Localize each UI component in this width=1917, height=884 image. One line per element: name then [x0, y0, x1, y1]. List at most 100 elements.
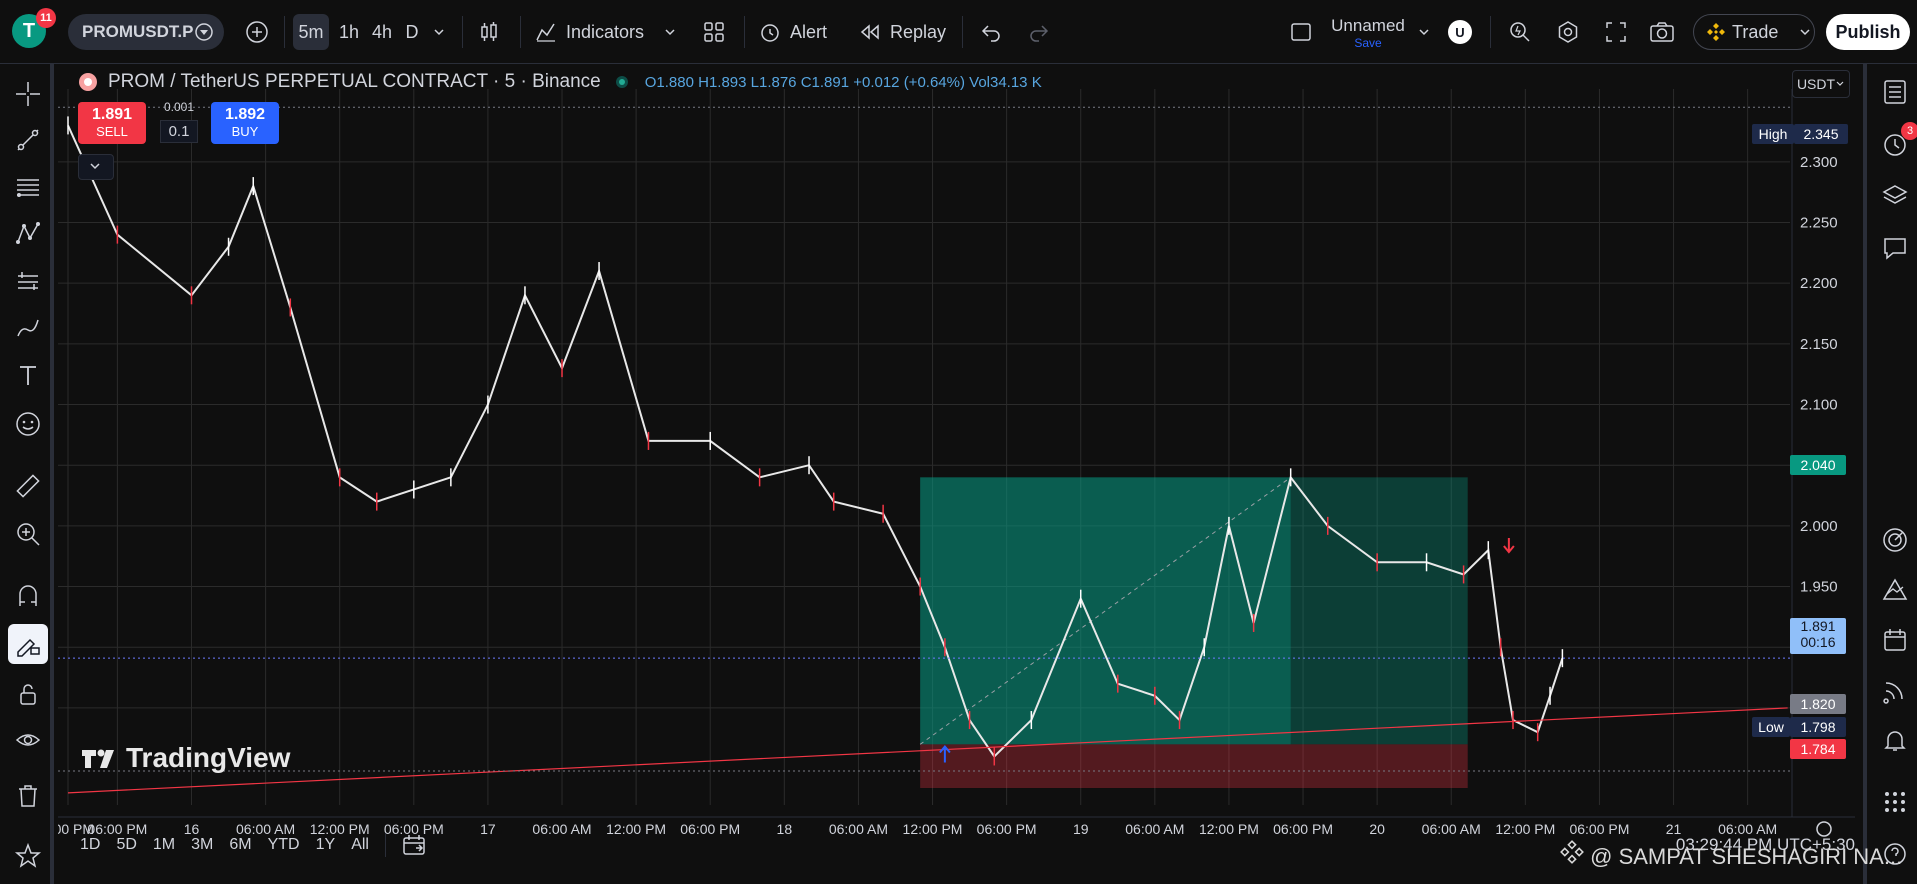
range-3m[interactable]: 3M	[191, 836, 213, 854]
current-price: 1.891	[1800, 618, 1836, 634]
go-to-date-icon[interactable]	[402, 834, 426, 856]
stream-icon[interactable]	[1877, 672, 1913, 708]
fullscreen-icon[interactable]	[1600, 14, 1632, 50]
lock-icon[interactable]	[8, 674, 48, 714]
range-all[interactable]: All	[351, 836, 369, 854]
brush-icon[interactable]	[8, 308, 48, 348]
replay-button[interactable]: Replay	[858, 14, 948, 50]
symbol-name: PROMUSDT.P	[82, 22, 194, 41]
top-toolbar: T 11 PROMUSDT.P 5m 1h 4h D Indicators Al…	[0, 0, 1917, 64]
price-tick-label: 2.000	[1800, 518, 1838, 535]
trash-icon[interactable]	[8, 776, 48, 816]
currency-label: USDT	[1796, 76, 1836, 92]
quantity-input[interactable]: 0.1	[160, 120, 198, 143]
chevron-down-icon	[90, 163, 100, 170]
eye-icon[interactable]	[8, 720, 48, 760]
alert-button[interactable]: Alert	[758, 14, 838, 50]
layers-icon[interactable]	[1877, 178, 1913, 214]
high-label: High	[1752, 124, 1794, 144]
long-position-tool[interactable]	[919, 476, 1468, 789]
target-icon[interactable]	[1877, 522, 1913, 558]
symbol-search[interactable]: PROMUSDT.P	[68, 14, 224, 50]
pattern-icon[interactable]	[8, 214, 48, 254]
range-1y[interactable]: 1Y	[316, 836, 336, 854]
chevron-down-icon[interactable]	[1414, 14, 1434, 50]
favorites-star-icon[interactable]	[8, 836, 48, 876]
divider	[962, 16, 963, 48]
price-chart[interactable]: 2.3002.2502.2002.1502.1002.0502.0001.950…	[58, 64, 1855, 874]
settings-gear-icon[interactable]	[1552, 14, 1584, 50]
chevron-down-icon[interactable]	[660, 14, 680, 50]
notifications-bell-icon[interactable]	[1877, 722, 1913, 758]
currency-selector[interactable]: USDT	[1792, 70, 1850, 98]
interval-d[interactable]: D	[400, 14, 424, 50]
ruler-icon[interactable]	[8, 466, 48, 506]
price-tick-label: 2.200	[1800, 275, 1838, 292]
notification-badge: 11	[36, 8, 56, 28]
fib-retracement-icon[interactable]	[8, 168, 48, 208]
layouts-grid-icon[interactable]	[698, 14, 730, 50]
crosshair-icon[interactable]	[8, 74, 48, 114]
order-quantity: 0.001 0.1	[160, 100, 198, 143]
chart-legend: PROM / TetherUS PERPETUAL CONTRACT · 5 ·…	[78, 70, 1042, 94]
forecasting-icon[interactable]	[8, 262, 48, 302]
watchlist-icon[interactable]	[1877, 74, 1913, 110]
camera-snapshot-icon[interactable]	[1646, 14, 1678, 50]
drawing-mode-lock-icon[interactable]	[8, 624, 48, 664]
add-symbol-icon[interactable]	[242, 14, 272, 50]
symbol-title[interactable]: PROM / TetherUS PERPETUAL CONTRACT · 5 ·…	[108, 71, 601, 93]
position-loss-zone	[920, 744, 1468, 789]
interval-4h[interactable]: 4h	[366, 14, 398, 50]
chevron-down-icon[interactable]	[428, 14, 450, 50]
range-6m[interactable]: 6M	[229, 836, 251, 854]
publish-button[interactable]: Publish	[1826, 14, 1910, 50]
collapse-legend-button[interactable]	[78, 154, 114, 180]
layout-checkbox[interactable]	[1286, 14, 1316, 50]
indicators-label: Indicators	[566, 21, 645, 42]
user-initial-avatar[interactable]: U	[1448, 20, 1472, 44]
redo-icon[interactable]	[1024, 14, 1054, 50]
trade-label: Trade	[1732, 21, 1779, 42]
interval-5m[interactable]: 5m	[293, 14, 329, 50]
range-1d[interactable]: 1D	[80, 836, 100, 854]
text-icon[interactable]	[8, 356, 48, 396]
buy-button[interactable]: 1.892 BUY	[211, 102, 279, 144]
divider	[462, 16, 463, 48]
app-grid-icon[interactable]	[1877, 784, 1913, 820]
trend-line-icon[interactable]	[8, 120, 48, 160]
indicators-button[interactable]: Indicators	[534, 14, 654, 50]
emoji-icon[interactable]	[8, 404, 48, 444]
interval-label: 1h	[338, 21, 360, 42]
range-ytd[interactable]: YTD	[268, 836, 300, 854]
user-avatar[interactable]: T 11	[12, 8, 56, 48]
interval-1h[interactable]: 1h	[333, 14, 365, 50]
sell-button[interactable]: 1.891 SELL	[78, 102, 146, 144]
alerts-icon[interactable]: 3	[1877, 122, 1917, 162]
bar-countdown: 00:16	[1800, 634, 1836, 650]
trade-button[interactable]: Trade	[1693, 14, 1815, 50]
range-1m[interactable]: 1M	[153, 836, 175, 854]
widgets-toolbar: 3	[1863, 64, 1917, 884]
layout-name-label: Unnamed	[1331, 16, 1405, 35]
zoom-in-icon[interactable]	[8, 514, 48, 554]
layout-name[interactable]: Unnamed Save	[1326, 16, 1410, 50]
magnet-icon[interactable]	[8, 576, 48, 616]
price-tick-label: 2.150	[1800, 336, 1838, 353]
chat-icon[interactable]	[1877, 230, 1913, 266]
candle-type-icon[interactable]	[474, 14, 504, 50]
drawing-toolbar	[0, 64, 54, 884]
sell-price: 1.891	[91, 106, 133, 123]
stop-price-tag: 1.784	[1790, 739, 1846, 759]
calendar-icon[interactable]	[1877, 622, 1913, 658]
alert-label: Alert	[790, 21, 828, 42]
quick-search-icon[interactable]	[1504, 14, 1536, 50]
binance-watermark-icon	[1560, 840, 1584, 864]
buy-price: 1.892	[224, 106, 266, 123]
position-profit-filled	[920, 477, 1291, 745]
range-5d[interactable]: 5D	[116, 836, 136, 854]
interval-label: 5m	[298, 21, 324, 42]
current-price-tag: 1.891 00:16	[1790, 618, 1846, 654]
undo-icon[interactable]	[976, 14, 1006, 50]
ideas-icon[interactable]	[1877, 572, 1913, 608]
compare-symbol-icon[interactable]	[194, 22, 214, 42]
